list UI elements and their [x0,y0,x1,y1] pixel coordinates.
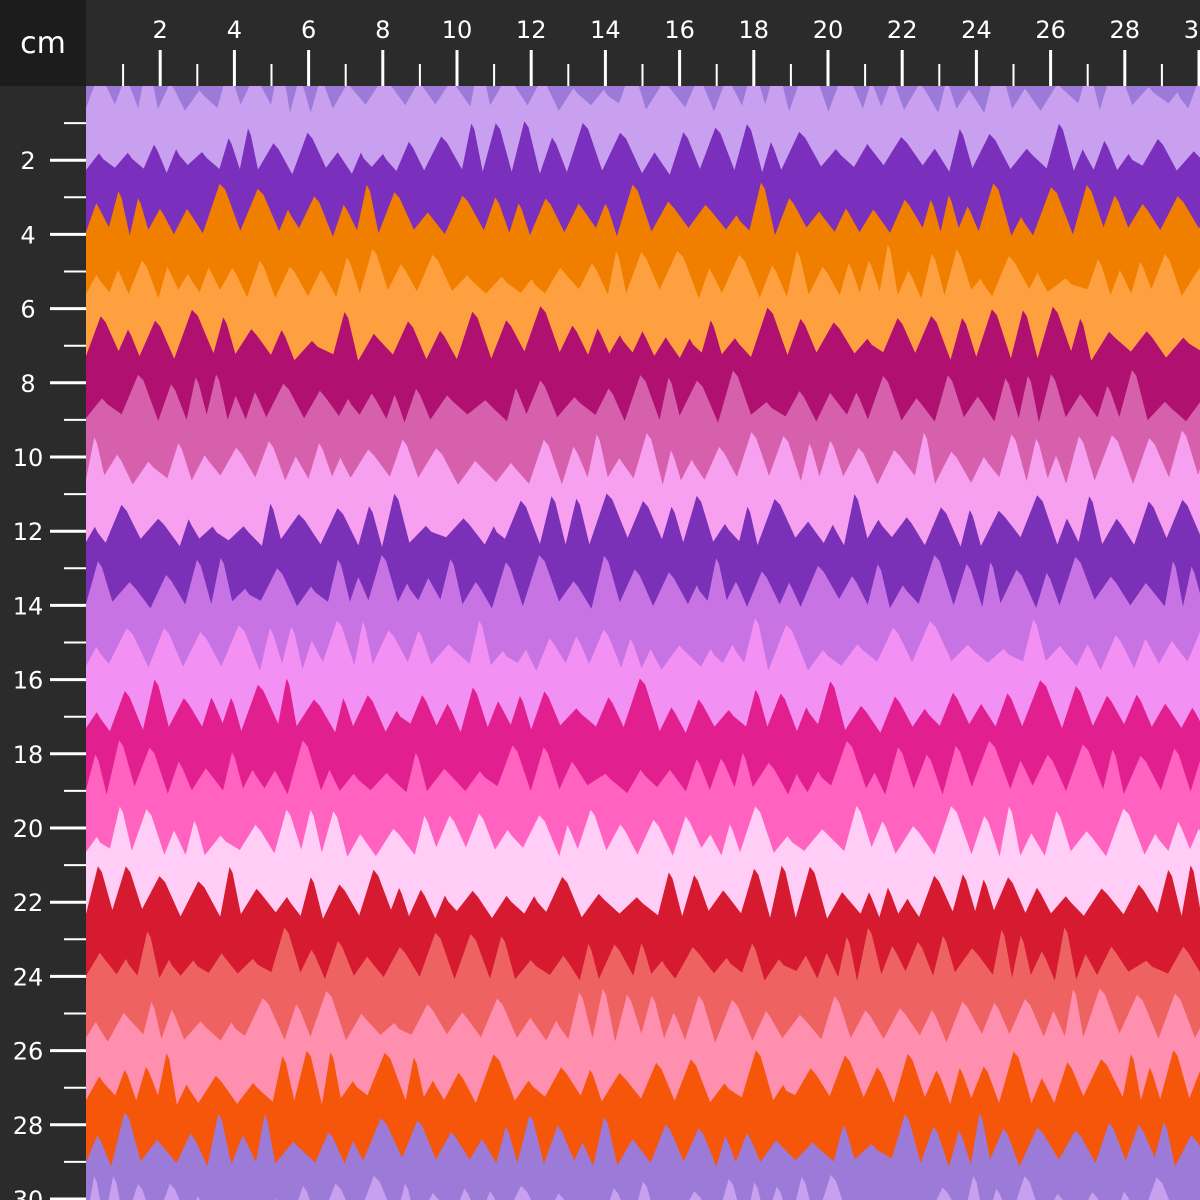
ruler-left-label: 14 [13,592,44,620]
ruler-left-label: 12 [13,518,44,546]
ruler-top-label: 22 [887,16,918,44]
ruler-top-label: 6 [301,16,316,44]
ruler-left: 24681012141618202224262830 [0,86,86,1200]
ruler-left-label: 28 [13,1112,44,1140]
ruler-left-label: 10 [13,444,44,472]
ruler-top-label: 10 [442,16,473,44]
ruler-left-label: 22 [13,889,44,917]
ruler-top-label: 8 [375,16,390,44]
ruler-left-label: 24 [13,963,44,991]
ruler-top-label: 18 [739,16,770,44]
ruler-left-label: 4 [20,221,35,249]
ruler-top-label: 28 [1110,16,1141,44]
ruler-left-label: 8 [20,370,35,398]
ruler-top-label: 14 [590,16,621,44]
ruler-top-label: 24 [961,16,992,44]
ruler-top-label: 16 [664,16,695,44]
unit-label: cm [0,0,86,86]
ruler-top: 24681012141618202224262830 [86,0,1200,86]
ruler-left-label: 30 [13,1186,44,1200]
ruler-left-label: 6 [20,296,35,324]
ruler-left-label: 2 [20,147,35,175]
ruler-top-label: 12 [516,16,547,44]
ruler-top-label: 4 [227,16,242,44]
ruler-top-label: 2 [153,16,168,44]
ruler-left-label: 26 [13,1038,44,1066]
ruler-top-label: 30 [1184,16,1200,44]
ruler-top-label: 20 [813,16,844,44]
ruler-top-label: 26 [1035,16,1066,44]
ruler-left-label: 20 [13,815,44,843]
ruler-left-label: 16 [13,667,44,695]
fabric-pattern-swatch [86,86,1200,1200]
ruler-left-label: 18 [13,741,44,769]
